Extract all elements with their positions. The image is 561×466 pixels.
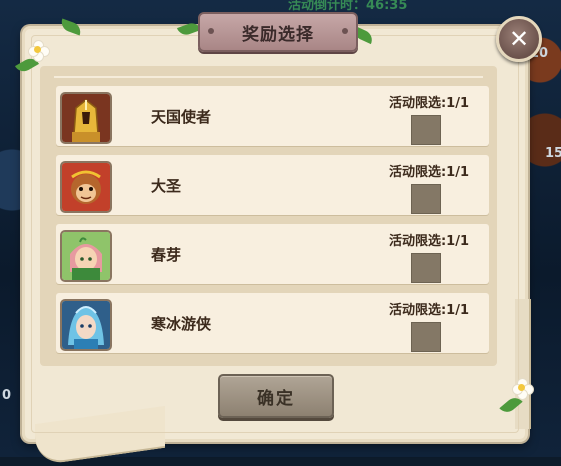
reward-row[interactable]: 寒冰游侠 活动限选:1/1	[56, 293, 489, 353]
flower-decoration	[512, 378, 534, 400]
selection-limit: 活动限选:1/1	[388, 234, 469, 249]
reward-list: 天国使者 活动限选:1/1 大圣 活动限选:1/1 春芽 活动限选:1/1 寒冰…	[40, 66, 497, 366]
select-checkbox[interactable]	[411, 322, 441, 352]
select-checkbox[interactable]	[411, 184, 441, 214]
dialog-title: 奖励选择	[242, 24, 314, 45]
rivet-icon	[342, 28, 348, 34]
confirm-button[interactable]: 确定	[218, 374, 334, 418]
rivet-icon	[208, 28, 214, 34]
selection-limit: 活动限选:1/1	[388, 96, 469, 111]
close-button[interactable]: ✕	[496, 16, 542, 62]
select-checkbox[interactable]	[411, 115, 441, 145]
hero-name: 大圣	[151, 177, 182, 195]
hero-avatar-monkey-king	[60, 161, 112, 213]
reward-row[interactable]: 大圣 活动限选:1/1	[56, 155, 489, 215]
selection-limit: 活动限选:1/1	[388, 303, 469, 318]
hero-avatar-sprout-girl	[60, 230, 112, 282]
hero-avatar-ice-ranger	[60, 299, 112, 351]
flower-decoration	[28, 40, 50, 62]
background-number: 15	[545, 146, 561, 161]
close-icon: ✕	[508, 25, 530, 53]
dialog-title-plaque: 奖励选择	[198, 12, 358, 52]
paper-edge	[515, 299, 531, 429]
hero-avatar-golden-knight	[60, 92, 112, 144]
reward-row[interactable]: 天国使者 活动限选:1/1	[56, 86, 489, 146]
hero-name: 天国使者	[151, 108, 212, 126]
reward-row[interactable]: 春芽 活动限选:1/1	[56, 224, 489, 284]
divider	[54, 76, 483, 78]
background-number: 0	[2, 388, 12, 403]
hero-name: 春芽	[151, 246, 182, 264]
hero-name: 寒冰游侠	[151, 315, 212, 333]
selection-limit: 活动限选:1/1	[388, 165, 469, 180]
select-checkbox[interactable]	[411, 253, 441, 283]
